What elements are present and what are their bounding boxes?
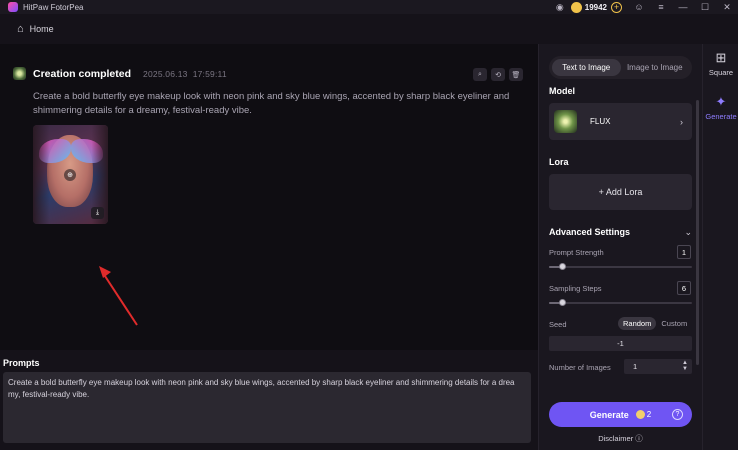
num-images-value: 1 bbox=[633, 362, 638, 371]
coin-icon bbox=[570, 1, 582, 13]
coin-icon bbox=[635, 410, 645, 419]
mode-tabs: Text to Image Image to Image bbox=[549, 56, 692, 79]
home-label: Home bbox=[29, 24, 54, 34]
discord-icon[interactable]: ◉ bbox=[549, 0, 571, 14]
num-images-label: Number of Images bbox=[549, 363, 611, 372]
add-credits-icon[interactable]: + bbox=[611, 1, 622, 13]
seed-row: Seed Random Custom bbox=[549, 317, 692, 331]
stepper-arrows-icon[interactable]: ▲ ▼ bbox=[682, 360, 688, 372]
sparkle-icon: ✦ bbox=[715, 94, 727, 109]
regenerate-icon[interactable]: ⟲ bbox=[491, 68, 505, 81]
generate-cost: 2 bbox=[646, 410, 652, 419]
seed-input[interactable]: -1 bbox=[549, 336, 692, 351]
creation-status: Creation completed bbox=[33, 67, 132, 80]
model-avatar-icon bbox=[13, 67, 26, 80]
prompt-strength-slider[interactable] bbox=[549, 263, 692, 270]
app-title: HitPaw FotorPea bbox=[23, 2, 84, 12]
advanced-settings-label: Advanced Settings bbox=[549, 227, 631, 237]
sampling-steps-slider[interactable] bbox=[549, 299, 692, 306]
model-name: FLUX bbox=[590, 117, 611, 126]
settings-scrollbar[interactable] bbox=[696, 100, 699, 365]
creation-area: Creation completed 2025.06.13 17:59:11 ⌕… bbox=[0, 44, 538, 350]
home-icon: ⌂ bbox=[17, 23, 24, 35]
add-lora-button[interactable]: + Add Lora bbox=[549, 174, 692, 210]
minimize-icon[interactable]: — bbox=[672, 0, 694, 14]
app-logo-icon bbox=[8, 2, 18, 12]
creation-header: Creation completed 2025.06.13 17:59:11 bbox=[13, 67, 227, 80]
creation-actions: ⌕ ⟲ 🗑 bbox=[473, 68, 523, 81]
home-nav[interactable]: ⌂ Home bbox=[0, 14, 538, 44]
maximize-icon[interactable]: ☐ bbox=[694, 0, 716, 14]
annotation-arrow bbox=[99, 266, 138, 326]
prompt-strength-label: Prompt Strength bbox=[549, 248, 604, 257]
sampling-steps-label: Sampling Steps bbox=[549, 284, 602, 293]
help-icon[interactable]: ? bbox=[672, 409, 683, 420]
delete-icon[interactable]: 🗑 bbox=[509, 68, 523, 81]
prompts-panel: Prompts Create a bold butterfly eye make… bbox=[0, 353, 538, 450]
lora-label: Lora bbox=[549, 157, 569, 167]
zoom-in-icon[interactable]: ⊕ bbox=[64, 169, 76, 181]
prompt-strength-knob[interactable] bbox=[558, 263, 566, 270]
title-bar: HitPaw FotorPea ◉ 19942 + ☺ ≡ — ☐ ✕ bbox=[0, 0, 738, 14]
seed-custom-option[interactable]: Custom bbox=[656, 317, 692, 330]
download-icon[interactable]: ⤓ bbox=[91, 207, 104, 219]
right-rail: ⊞ Square ✦ Generate bbox=[702, 44, 738, 450]
prompt-strength-value[interactable]: 1 bbox=[677, 245, 691, 259]
rail-item-generate[interactable]: ✦ Generate bbox=[703, 94, 738, 121]
generated-image[interactable]: ⊕ ⤓ bbox=[33, 125, 108, 224]
sampling-steps-value[interactable]: 6 bbox=[677, 281, 691, 295]
rail-item-square[interactable]: ⊞ Square bbox=[703, 50, 738, 77]
generate-label: Generate bbox=[589, 409, 629, 420]
num-images-stepper[interactable]: 1 ▲ ▼ bbox=[624, 359, 692, 374]
chevron-right-icon: › bbox=[680, 116, 683, 127]
chevron-down-icon: ⌄ bbox=[684, 227, 692, 237]
tab-image-to-image[interactable]: Image to Image bbox=[621, 59, 690, 76]
settings-panel: Text to Image Image to Image Model FLUX … bbox=[538, 44, 702, 450]
creation-prompt: Create a bold butterfly eye makeup look … bbox=[33, 91, 510, 116]
credits-count: 19942 bbox=[584, 2, 607, 12]
model-thumbnail bbox=[554, 110, 577, 133]
zoom-icon[interactable]: ⌕ bbox=[473, 68, 487, 81]
square-grid-icon: ⊞ bbox=[715, 50, 727, 65]
sampling-steps-knob[interactable] bbox=[558, 299, 566, 306]
seed-label: Seed bbox=[549, 320, 567, 329]
rail-generate-label: Generate bbox=[705, 112, 737, 121]
model-selector[interactable]: FLUX › bbox=[549, 103, 692, 140]
prompts-label: Prompts bbox=[3, 358, 40, 368]
creation-date: 2025.06.13 17:59:11 bbox=[143, 68, 227, 79]
tab-text-to-image[interactable]: Text to Image bbox=[552, 59, 621, 76]
info-icon: ⓘ bbox=[635, 434, 643, 443]
seed-random-option[interactable]: Random bbox=[618, 317, 657, 330]
disclaimer-link[interactable]: Disclaimer ⓘ bbox=[549, 433, 692, 444]
generate-button[interactable]: Generate 2 ? bbox=[549, 402, 692, 427]
close-icon[interactable]: ✕ bbox=[716, 0, 738, 14]
model-label: Model bbox=[549, 86, 575, 96]
rail-square-label: Square bbox=[708, 68, 734, 77]
seed-mode-toggle: Random Custom bbox=[618, 317, 692, 330]
account-icon[interactable]: ☺ bbox=[628, 0, 650, 14]
prompts-textarea[interactable]: Create a bold butterfly eye makeup look … bbox=[3, 372, 531, 443]
menu-icon[interactable]: ≡ bbox=[650, 0, 672, 14]
advanced-settings-toggle[interactable]: Advanced Settings ⌄ bbox=[549, 227, 692, 238]
